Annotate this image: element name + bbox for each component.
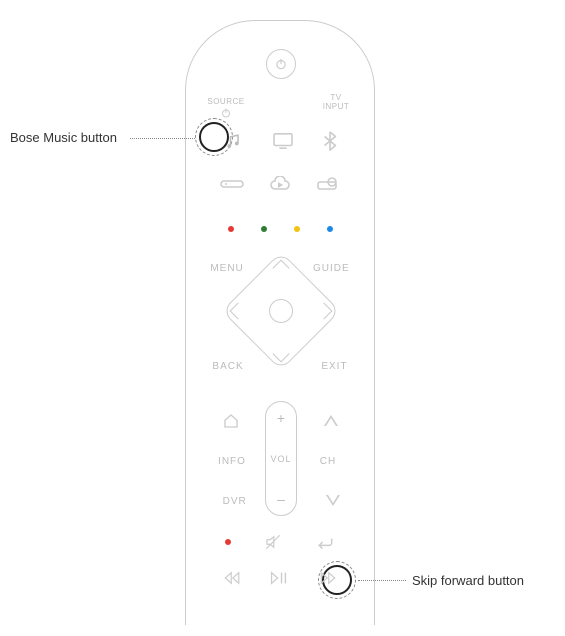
play-pause-button[interactable]: [270, 571, 290, 585]
channel-down-button[interactable]: [326, 495, 340, 507]
red-dot-button[interactable]: [228, 226, 234, 232]
music-note-icon: [223, 131, 243, 151]
yellow-dot-button[interactable]: [294, 226, 300, 232]
return-icon: [315, 535, 335, 549]
home-button[interactable]: [222, 412, 240, 430]
bose-music-button[interactable]: [223, 131, 243, 151]
dpad: [226, 256, 336, 366]
skip-forward-button[interactable]: [319, 571, 337, 585]
green-dot-button[interactable]: [261, 226, 267, 232]
volume-label: VOL: [270, 454, 291, 464]
play-pause-icon: [270, 571, 290, 585]
skip-back-icon: [223, 571, 241, 585]
soundbar-button[interactable]: [220, 178, 244, 190]
cloud-play-icon: [268, 176, 292, 192]
mute-button[interactable]: [264, 533, 282, 551]
tv-input-label: TV INPUT: [316, 93, 356, 111]
home-icon: [222, 412, 240, 430]
volume-down[interactable]: –: [277, 491, 285, 507]
soundbar-icon: [220, 178, 244, 190]
skip-forward-icon: [319, 571, 337, 585]
projector-icon: [316, 176, 340, 192]
callout-skip-forward: Skip forward button: [412, 573, 524, 588]
bluetooth-icon: [323, 131, 337, 151]
dvr-button[interactable]: DVR: [220, 496, 250, 507]
channel-up-button[interactable]: [324, 415, 338, 427]
volume-rocker[interactable]: + VOL –: [265, 401, 297, 516]
return-button[interactable]: [315, 535, 335, 549]
tv-icon: [272, 132, 294, 150]
mute-icon: [264, 533, 282, 551]
remote-body: SOURCE TV INPUT: [185, 20, 375, 625]
tv-source-button[interactable]: [272, 132, 294, 150]
back-button[interactable]: BACK: [212, 361, 243, 372]
exit-button[interactable]: EXIT: [321, 361, 347, 372]
record-button[interactable]: [225, 539, 231, 545]
source-label: SOURCE: [206, 97, 246, 106]
callout-bose-music: Bose Music button: [10, 130, 117, 145]
bluetooth-button[interactable]: [323, 131, 337, 151]
power-icon: [274, 57, 288, 71]
ch-label: CH: [313, 456, 343, 467]
cloud-play-button[interactable]: [268, 176, 292, 192]
volume-up[interactable]: +: [277, 410, 285, 426]
source-power-icon: [220, 107, 232, 119]
blue-dot-button[interactable]: [327, 226, 333, 232]
power-button[interactable]: [266, 49, 296, 79]
skip-back-button[interactable]: [223, 571, 241, 585]
color-dots-row: [186, 226, 374, 232]
projector-button[interactable]: [316, 176, 340, 192]
info-button[interactable]: INFO: [217, 456, 247, 467]
dpad-ok[interactable]: [269, 299, 293, 323]
